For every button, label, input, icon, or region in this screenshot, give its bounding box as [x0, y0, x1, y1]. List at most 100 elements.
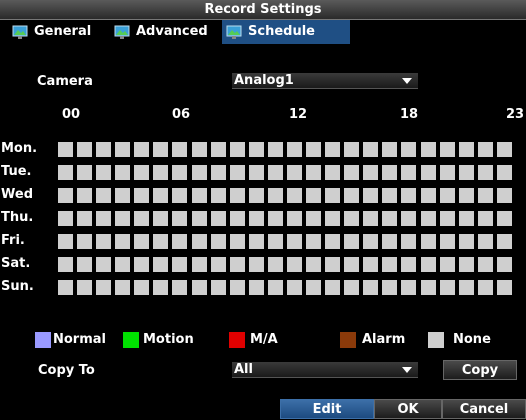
schedule-cell[interactable] [363, 234, 378, 249]
schedule-cell[interactable] [115, 165, 130, 180]
schedule-cell[interactable] [459, 257, 474, 272]
schedule-cell[interactable] [401, 165, 416, 180]
schedule-cell[interactable] [363, 280, 378, 295]
schedule-cell[interactable] [325, 165, 340, 180]
schedule-cell[interactable] [268, 188, 283, 203]
schedule-cell[interactable] [440, 211, 455, 226]
schedule-cell[interactable] [497, 211, 512, 226]
schedule-cell[interactable] [306, 234, 321, 249]
schedule-cell[interactable] [268, 257, 283, 272]
schedule-cell[interactable] [344, 280, 359, 295]
schedule-cell[interactable] [401, 142, 416, 157]
schedule-cell[interactable] [172, 142, 187, 157]
schedule-cell[interactable] [230, 211, 245, 226]
schedule-cell[interactable] [192, 188, 207, 203]
schedule-cell[interactable] [115, 280, 130, 295]
schedule-cell[interactable] [478, 211, 493, 226]
schedule-cell[interactable] [325, 234, 340, 249]
schedule-cell[interactable] [306, 257, 321, 272]
schedule-cell[interactable] [211, 280, 226, 295]
schedule-cell[interactable] [115, 211, 130, 226]
schedule-cell[interactable] [58, 280, 73, 295]
schedule-cell[interactable] [134, 280, 149, 295]
schedule-cell[interactable] [401, 211, 416, 226]
schedule-cell[interactable] [58, 211, 73, 226]
schedule-cell[interactable] [325, 142, 340, 157]
schedule-cell[interactable] [58, 257, 73, 272]
schedule-cell[interactable] [497, 142, 512, 157]
schedule-cell[interactable] [115, 257, 130, 272]
schedule-cell[interactable] [192, 142, 207, 157]
schedule-cell[interactable] [401, 280, 416, 295]
schedule-cell[interactable] [478, 188, 493, 203]
schedule-cell[interactable] [230, 142, 245, 157]
schedule-cell[interactable] [459, 234, 474, 249]
schedule-cell[interactable] [58, 142, 73, 157]
schedule-cell[interactable] [344, 165, 359, 180]
schedule-cell[interactable] [497, 257, 512, 272]
schedule-cell[interactable] [230, 188, 245, 203]
schedule-cell[interactable] [192, 257, 207, 272]
schedule-cell[interactable] [153, 280, 168, 295]
schedule-cell[interactable] [459, 211, 474, 226]
schedule-cell[interactable] [268, 234, 283, 249]
schedule-cell[interactable] [192, 234, 207, 249]
schedule-cell[interactable] [421, 188, 436, 203]
schedule-cell[interactable] [363, 211, 378, 226]
schedule-cell[interactable] [58, 234, 73, 249]
schedule-cell[interactable] [401, 234, 416, 249]
schedule-cell[interactable] [58, 188, 73, 203]
schedule-cell[interactable] [344, 257, 359, 272]
schedule-cell[interactable] [153, 142, 168, 157]
schedule-cell[interactable] [478, 234, 493, 249]
schedule-cell[interactable] [344, 234, 359, 249]
schedule-cell[interactable] [401, 188, 416, 203]
schedule-cell[interactable] [249, 257, 264, 272]
schedule-cell[interactable] [421, 257, 436, 272]
schedule-cell[interactable] [58, 165, 73, 180]
schedule-cell[interactable] [153, 257, 168, 272]
schedule-cell[interactable] [382, 234, 397, 249]
schedule-cell[interactable] [287, 234, 302, 249]
schedule-cell[interactable] [77, 211, 92, 226]
schedule-cell[interactable] [77, 234, 92, 249]
schedule-cell[interactable] [459, 280, 474, 295]
schedule-cell[interactable] [421, 280, 436, 295]
schedule-cell[interactable] [306, 165, 321, 180]
schedule-cell[interactable] [134, 211, 149, 226]
schedule-cell[interactable] [478, 280, 493, 295]
schedule-cell[interactable] [363, 257, 378, 272]
schedule-cell[interactable] [497, 280, 512, 295]
schedule-cell[interactable] [134, 257, 149, 272]
schedule-cell[interactable] [440, 142, 455, 157]
tab-advanced[interactable]: Advanced [110, 20, 222, 44]
schedule-cell[interactable] [459, 165, 474, 180]
schedule-cell[interactable] [421, 165, 436, 180]
schedule-cell[interactable] [382, 165, 397, 180]
schedule-cell[interactable] [268, 142, 283, 157]
schedule-cell[interactable] [211, 211, 226, 226]
schedule-cell[interactable] [115, 188, 130, 203]
schedule-cell[interactable] [77, 142, 92, 157]
schedule-cell[interactable] [344, 142, 359, 157]
camera-select[interactable]: Analog1 [232, 73, 418, 89]
schedule-cell[interactable] [211, 188, 226, 203]
schedule-cell[interactable] [363, 188, 378, 203]
schedule-cell[interactable] [96, 234, 111, 249]
tab-general[interactable]: General [8, 20, 112, 44]
schedule-cell[interactable] [325, 211, 340, 226]
schedule-cell[interactable] [96, 257, 111, 272]
schedule-cell[interactable] [363, 142, 378, 157]
schedule-cell[interactable] [306, 211, 321, 226]
schedule-cell[interactable] [421, 234, 436, 249]
schedule-cell[interactable] [192, 280, 207, 295]
schedule-cell[interactable] [134, 142, 149, 157]
schedule-cell[interactable] [421, 142, 436, 157]
schedule-cell[interactable] [96, 165, 111, 180]
schedule-cell[interactable] [306, 188, 321, 203]
schedule-cell[interactable] [382, 257, 397, 272]
schedule-cell[interactable] [172, 280, 187, 295]
schedule-cell[interactable] [192, 165, 207, 180]
schedule-cell[interactable] [77, 280, 92, 295]
schedule-cell[interactable] [459, 188, 474, 203]
